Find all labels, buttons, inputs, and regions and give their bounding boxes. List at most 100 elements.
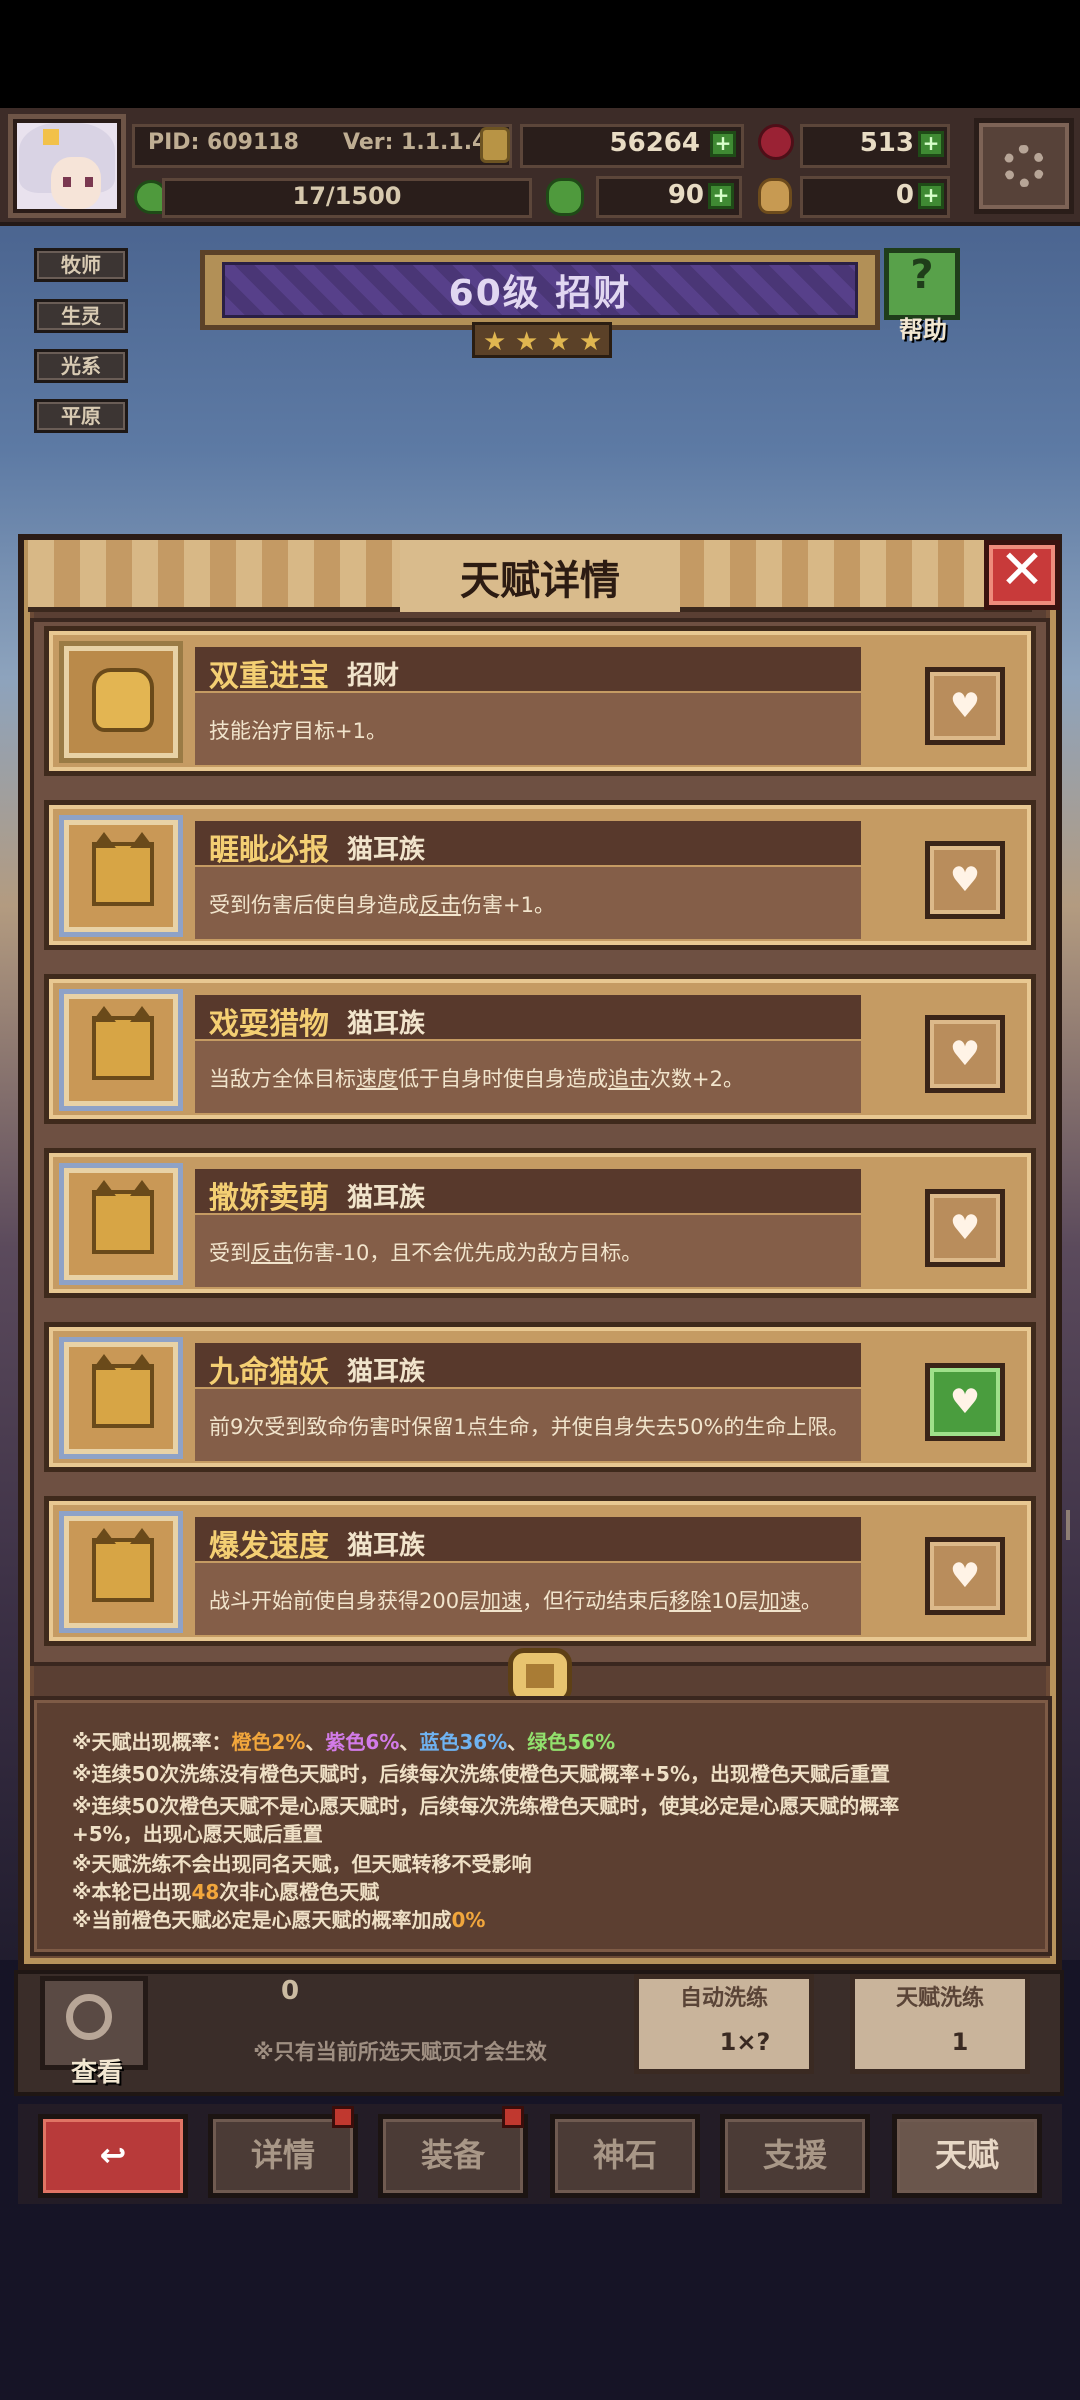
talent-type: 招财 [347, 661, 400, 691]
wish-heart-button[interactable]: ♥ [925, 841, 1005, 919]
heart-icon: ♥ [949, 860, 981, 900]
keyword-link[interactable]: 加速 [759, 1589, 801, 1613]
tag-race: 生灵 [34, 299, 128, 333]
wish-heart-button[interactable]: ♥ [925, 1189, 1005, 1267]
talent-description: 受到反击伤害-10，且不会优先成为敌方目标。 [209, 1241, 643, 1265]
talent-description: 技能治疗目标+1。 [209, 719, 387, 743]
cat-icon [59, 1337, 183, 1459]
talent-description: 当敌方全体目标速度低于自身时使自身造成追击次数+2。 [209, 1067, 744, 1091]
talent-name: 双重进宝 [209, 659, 329, 694]
add-clover-icon[interactable]: + [708, 183, 734, 209]
keyword-link[interactable]: 移除 [669, 1589, 711, 1613]
cat-icon [59, 989, 183, 1111]
talent-wash-label: 天赋洗练 [895, 1986, 984, 2011]
add-gold-icon[interactable]: + [710, 131, 736, 157]
back-button[interactable]: ↩ [38, 2114, 188, 2198]
heart-icon: ♥ [949, 1034, 981, 1074]
tag-terrain: 平原 [34, 399, 128, 433]
talent-description: 前9次受到致命伤害时保留1点生命，并使自身失去50%的生命上限。 [209, 1415, 850, 1439]
heart-icon: ♥ [949, 686, 981, 726]
star-icon: ★ [547, 327, 571, 357]
tab-talent[interactable]: 天赋 [892, 2114, 1042, 2198]
gear-icon [1003, 145, 1045, 187]
talent-name: 戏耍猎物 [209, 1007, 329, 1042]
keyword-link[interactable]: 反击 [419, 893, 461, 917]
talent-description: 战斗开始前使自身获得200层加速，但行动结束后移除10层加速。 [209, 1589, 822, 1613]
talent-card[interactable]: 撒娇卖萌 猫耳族受到反击伤害-10，且不会优先成为敌方目标。 ♥ [44, 1148, 1036, 1298]
talent-name: 爆发速度 [209, 1529, 329, 1564]
level-title: 60级 招财 [448, 273, 632, 314]
page-note: ※只有当前所选天赋页才会生效 [253, 2040, 547, 2064]
talent-card[interactable]: 九命猫妖 猫耳族前9次受到致命伤害时保留1点生命，并使自身失去50%的生命上限。 ♥ [44, 1322, 1036, 1472]
talent-type: 猫耳族 [347, 835, 426, 865]
cat-icon [59, 1511, 183, 1633]
talent-type: 猫耳族 [347, 1183, 426, 1213]
cat-icon [59, 815, 183, 937]
info-line: ※天赋洗练不会出现同名天赋，但天赋转移不受影响 [72, 1852, 532, 1876]
notification-dot [332, 2106, 354, 2128]
talent-name: 撒娇卖萌 [209, 1181, 329, 1216]
talent-name: 睚眦必报 [209, 833, 329, 868]
tag-element: 光系 [34, 349, 128, 383]
tab-support[interactable]: 支援 [720, 2114, 870, 2198]
add-gem-icon[interactable]: + [918, 131, 944, 157]
view-label: 查看 [70, 2058, 123, 2088]
info-line: +5%，出现心愿天赋后重置 [72, 1822, 323, 1846]
search-icon [66, 1994, 112, 2040]
talent-name: 九命猫妖 [209, 1355, 329, 1390]
keyword-link[interactable]: 追击 [608, 1067, 650, 1091]
question-icon: ? [910, 252, 934, 298]
probability-line: ※天赋出现概率：橙色2%、紫色6%、蓝色36%、绿色56% [72, 1730, 616, 1754]
heart-icon: ♥ [949, 1208, 981, 1248]
star-rating: ★ ★ ★ ★ [472, 322, 612, 358]
tag-class: 牧师 [34, 248, 128, 282]
talent-card[interactable]: 睚眦必报 猫耳族受到伤害后使自身造成反击伤害+1。 ♥ [44, 800, 1036, 950]
talent-wash-cost: 1 [951, 2028, 969, 2056]
add-sack-icon[interactable]: + [918, 183, 944, 209]
tab-god-stone[interactable]: 神石 [550, 2114, 700, 2198]
material-count: 0 [280, 1976, 300, 2006]
status-area [0, 0, 1080, 108]
star-icon [59, 641, 183, 763]
heart-icon: ♥ [949, 1382, 981, 1422]
gem-count: 513 [859, 128, 914, 158]
auto-wash-label: 自动洗练 [679, 1986, 768, 2011]
info-line: ※连续50次洗练没有橙色天赋时，后续每次洗练使橙色天赋概率+5%，出现橙色天赋后… [72, 1762, 890, 1786]
help-label: 帮助 [899, 316, 947, 344]
sack-icon [758, 178, 792, 214]
player-id: PID: 609118 [148, 130, 299, 155]
talent-type: 猫耳族 [347, 1531, 426, 1561]
keyword-link[interactable]: 速度 [356, 1067, 398, 1091]
talent-type: 猫耳族 [347, 1357, 426, 1387]
clover-count: 90 [667, 180, 704, 210]
gold-count: 56264 [609, 128, 700, 158]
gem-icon [758, 124, 794, 160]
keyword-link[interactable]: 反击 [251, 1241, 293, 1265]
auto-wash-cost: 1×? [719, 2028, 771, 2056]
wish-heart-button[interactable]: ♥ [925, 1537, 1005, 1615]
talent-card[interactable]: 爆发速度 猫耳族战斗开始前使自身获得200层加速，但行动结束后移除10层加速。 ♥ [44, 1496, 1036, 1646]
dialog-title: 天赋详情 [460, 558, 620, 604]
scrollbar[interactable] [1066, 1510, 1070, 1540]
talent-type: 猫耳族 [347, 1009, 426, 1039]
player-avatar[interactable] [8, 114, 126, 218]
talent-card[interactable]: 戏耍猎物 猫耳族当敌方全体目标速度低于自身时使自身造成追击次数+2。 ♥ [44, 974, 1036, 1124]
bonus-line: ※当前橙色天赋必定是心愿天赋的概率加成0% [72, 1908, 486, 1932]
talent-description: 受到伤害后使自身造成反击伤害+1。 [209, 893, 555, 917]
wish-heart-button[interactable]: ♥ [925, 1015, 1005, 1093]
keyword-link[interactable]: 加速 [480, 1589, 522, 1613]
notification-dot [502, 2106, 524, 2128]
settings-button[interactable] [974, 118, 1074, 214]
cat-icon [59, 1163, 183, 1285]
clover-icon [546, 178, 584, 216]
coin-icon [480, 127, 510, 163]
wish-heart-button[interactable]: ♥ [925, 667, 1005, 745]
star-icon: ★ [579, 327, 603, 357]
wish-heart-button[interactable]: ♥ [925, 1363, 1005, 1441]
info-line: ※连续50次橙色天赋不是心愿天赋时，后续每次洗练橙色天赋时，使其必定是心愿天赋的… [72, 1794, 900, 1818]
version-label: Ver: 1.1.1.4 [343, 130, 488, 155]
orange-count-line: ※本轮已出现48次非心愿橙色天赋 [72, 1880, 380, 1904]
close-icon: ✕ [999, 538, 1045, 601]
talent-card[interactable]: 双重进宝 招财技能治疗目标+1。 ♥ [44, 626, 1036, 776]
sack-count: 0 [895, 180, 914, 210]
